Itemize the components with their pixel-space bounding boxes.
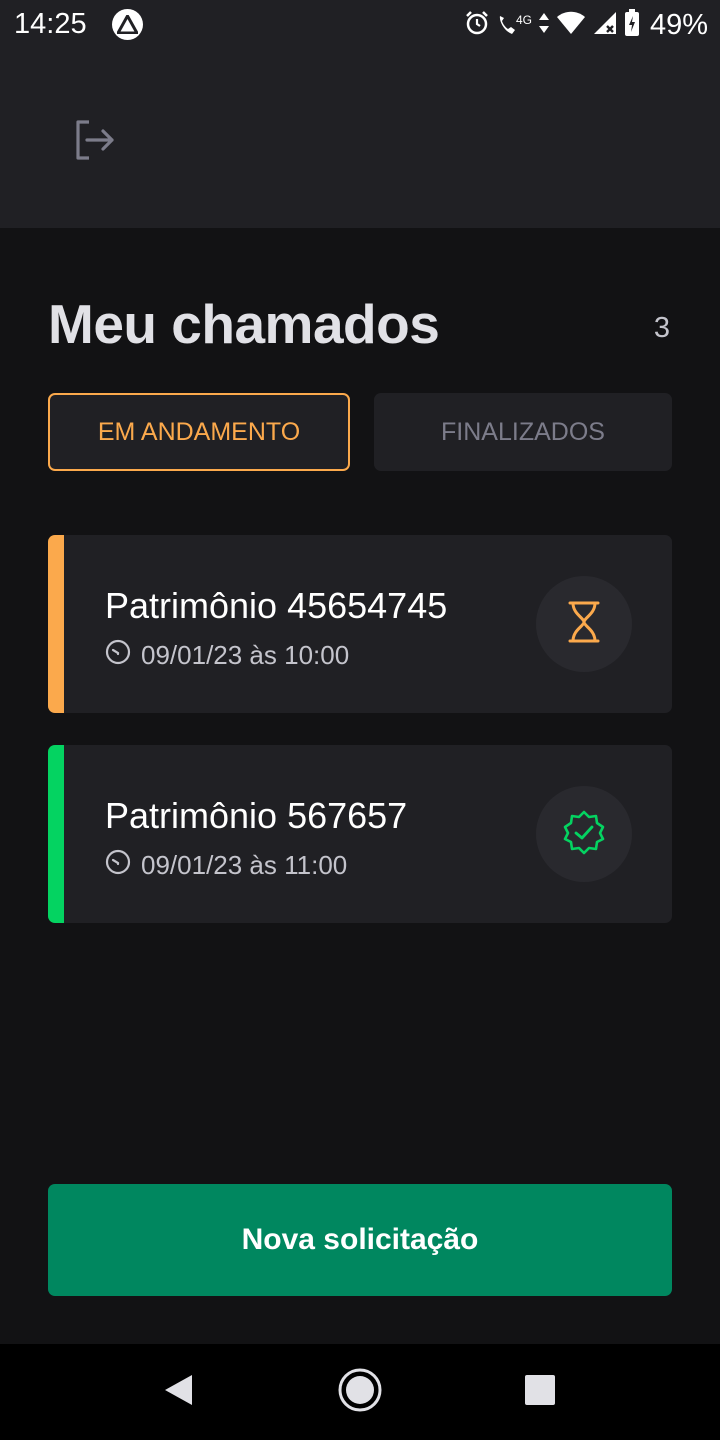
data-icon: [538, 11, 550, 40]
order-date: 09/01/23 às 10:00: [141, 640, 350, 670]
check-badge-icon: [561, 809, 607, 860]
filter-em-andamento[interactable]: EM ANDAMENTO: [48, 393, 350, 471]
order-title: Patrimônio 45654745: [105, 585, 448, 626]
navigation-bar: [0, 1344, 720, 1440]
order-card[interactable]: Patrimônio 45654745 09/01/23 às 10:00: [48, 535, 672, 713]
order-date-row: 09/01/23 às 10:00: [105, 639, 349, 672]
logout-icon: [72, 118, 116, 167]
filter-finalizados[interactable]: FINALIZADOS: [374, 393, 672, 471]
new-request-button[interactable]: Nova solicitação: [48, 1184, 672, 1296]
status-time: 14:25: [14, 8, 87, 40]
status-indicator-bar: [48, 745, 64, 923]
order-date: 09/01/23 às 11:00: [141, 850, 348, 880]
call-icon: 4G: [496, 13, 532, 37]
signal-icon: [592, 10, 618, 41]
network-type: 4G: [515, 13, 532, 27]
order-status: [536, 576, 632, 672]
logout-button[interactable]: [66, 116, 122, 168]
recents-button[interactable]: [516, 1368, 564, 1416]
page-title: Meu chamados: [48, 293, 440, 355]
recents-icon: [524, 1374, 556, 1411]
back-icon: [162, 1373, 194, 1412]
battery-icon: [624, 8, 640, 42]
status-bar: 14:25 4G 49%: [0, 0, 720, 50]
alarm-icon: [464, 10, 490, 41]
battery-percent: 49%: [649, 8, 708, 41]
back-button[interactable]: [154, 1368, 202, 1416]
clock-icon: [105, 639, 131, 672]
home-button[interactable]: [336, 1368, 384, 1416]
wifi-icon: [556, 11, 586, 40]
hourglass-icon: [568, 601, 600, 648]
header: [0, 50, 720, 228]
app-icon: [112, 9, 143, 40]
order-status: [536, 786, 632, 882]
orders-count: 3: [653, 312, 670, 344]
order-card[interactable]: Patrimônio 567657 09/01/23 às 11:00: [48, 745, 672, 923]
order-date-row: 09/01/23 às 11:00: [105, 849, 347, 882]
clock-icon: [105, 849, 131, 882]
home-icon: [337, 1367, 383, 1418]
order-title: Patrimônio 567657: [105, 795, 408, 836]
status-indicator-bar: [48, 535, 64, 713]
status-icons: 4G 49%: [464, 8, 708, 42]
